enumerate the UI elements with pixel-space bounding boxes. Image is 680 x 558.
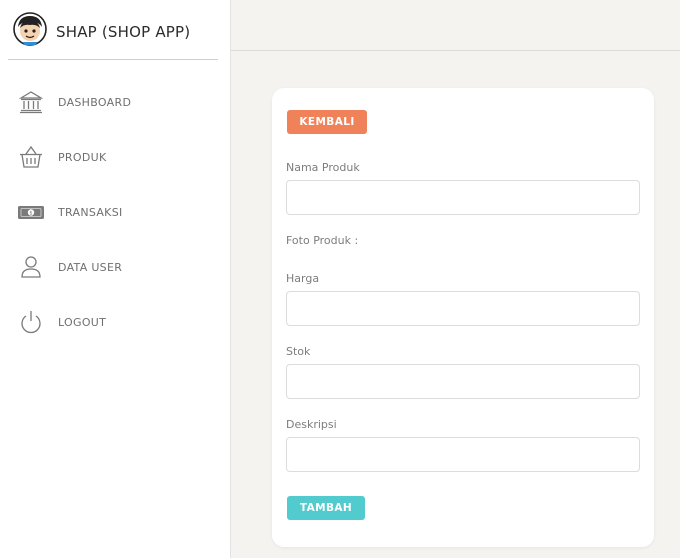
harga-label: Harga: [286, 272, 320, 285]
bank-icon: [18, 91, 44, 114]
sidebar-item-data-user[interactable]: DATA USER: [18, 254, 218, 284]
svg-text:$: $: [29, 211, 32, 217]
sidebar-item-label: TRANSAKSI: [58, 206, 123, 219]
stok-label: Stok: [286, 345, 311, 358]
nama-produk-input[interactable]: [286, 180, 640, 215]
nama-produk-label: Nama Produk: [286, 161, 360, 174]
power-icon: [21, 311, 41, 334]
add-product-card: KEMBALI Nama Produk Foto Produk : Harga …: [272, 88, 654, 547]
sidebar-item-transaksi[interactable]: $ TRANSAKSI: [18, 199, 218, 229]
sidebar-item-label: DASHBOARD: [58, 96, 132, 109]
top-navbar: [231, 0, 680, 51]
basket-icon: [20, 145, 42, 168]
brand-name: SHAP (SHOP APP): [56, 23, 191, 41]
avatar-logo-icon: [13, 12, 47, 46]
deskripsi-label: Deskripsi: [286, 418, 337, 431]
tambah-button[interactable]: TAMBAH: [287, 496, 365, 520]
sidebar-item-label: LOGOUT: [58, 316, 107, 329]
deskripsi-input[interactable]: [286, 437, 640, 472]
brand[interactable]: SHAP (SHOP APP): [8, 10, 218, 60]
sidebar-item-logout[interactable]: LOGOUT: [18, 309, 218, 339]
sidebar-item-produk[interactable]: PRODUK: [18, 144, 218, 174]
sidebar-item-label: DATA USER: [58, 261, 123, 274]
sidebar-item-label: PRODUK: [58, 151, 107, 164]
money-icon: $: [18, 206, 44, 219]
user-icon: [21, 256, 41, 278]
sidebar: SHAP (SHOP APP) DASHBOARD PRODUK $ TRANS…: [0, 0, 231, 558]
foto-produk-label: Foto Produk :: [286, 234, 359, 247]
back-button[interactable]: KEMBALI: [287, 110, 367, 134]
sidebar-item-dashboard[interactable]: DASHBOARD: [18, 89, 218, 119]
stok-input[interactable]: [286, 364, 640, 399]
harga-input[interactable]: [286, 291, 640, 326]
